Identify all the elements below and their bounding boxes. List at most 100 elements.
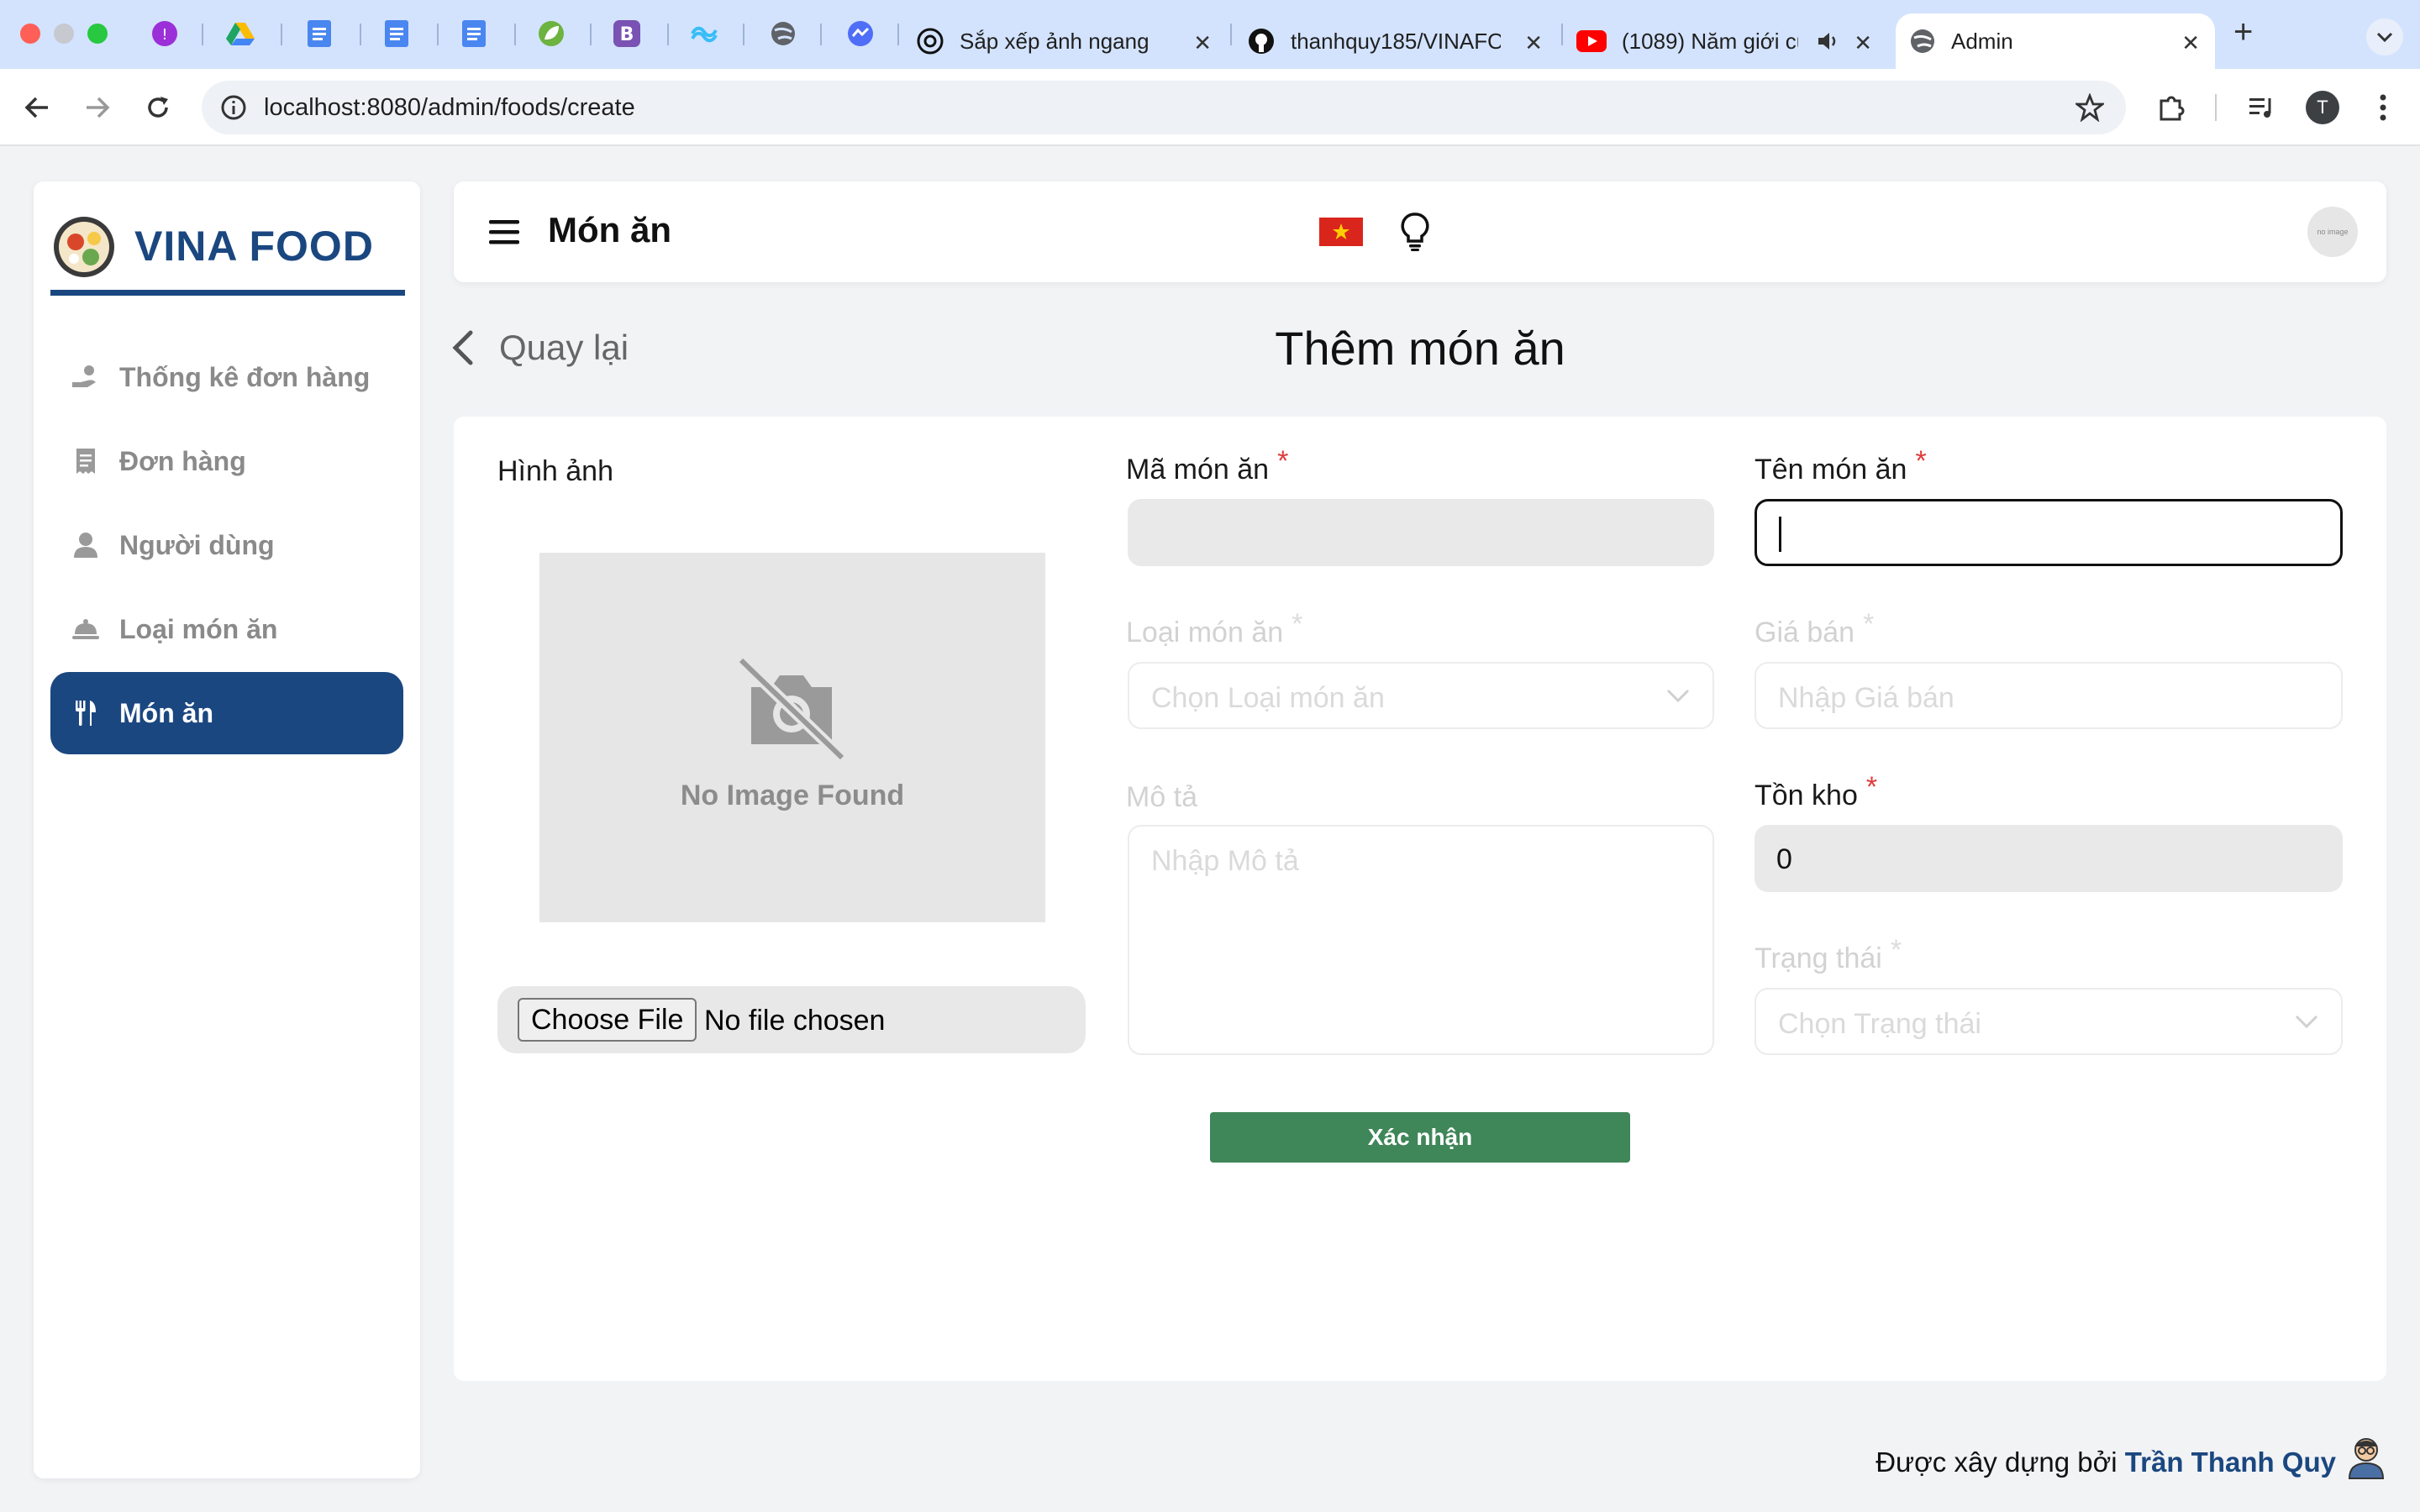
- puzzle-icon: [2160, 96, 2185, 121]
- reload-icon: [148, 97, 168, 118]
- sidebar-item-label: Thống kê đơn hàng: [119, 361, 371, 392]
- google-drive-icon: [226, 23, 255, 45]
- brand-name: VINA FOOD: [134, 223, 374, 270]
- pinned-tab[interactable]: [225, 18, 255, 49]
- top-header: Món ăn no image: [454, 181, 2386, 282]
- browser-tab[interactable]: Sắp xếp ảnh ngang ✕: [908, 13, 1227, 69]
- tab-separator: [897, 24, 899, 45]
- profile-button[interactable]: T: [2302, 87, 2343, 128]
- vietnam-flag-icon[interactable]: [1319, 218, 1363, 246]
- tab-close-icon[interactable]: ✕: [1524, 30, 1543, 56]
- pinned-tab[interactable]: B: [612, 18, 642, 49]
- extensions-button[interactable]: [2151, 87, 2191, 128]
- lightbulb-icon[interactable]: [1397, 212, 1434, 252]
- minimize-window-button[interactable]: [54, 24, 74, 44]
- tab-separator: [1561, 24, 1563, 45]
- profile-avatar: T: [2306, 91, 2339, 124]
- tab-separator: [667, 24, 669, 45]
- code-input[interactable]: [1128, 499, 1714, 566]
- browser-menu-button[interactable]: [2363, 87, 2403, 128]
- arrow-left-icon: [24, 97, 48, 118]
- kebab-menu-icon: [2380, 94, 2386, 121]
- price-label-text: Giá bán: [1754, 617, 1855, 648]
- media-control-button[interactable]: [2242, 87, 2282, 128]
- sidebar-item-foods[interactable]: Món ăn: [50, 672, 403, 754]
- choose-file-button[interactable]: Choose File: [518, 998, 697, 1042]
- browser-tab[interactable]: thanhquy185/VINAFOOD ✕: [1239, 13, 1558, 69]
- sidebar-item-food-categories[interactable]: Loại món ăn: [50, 588, 403, 670]
- name-input[interactable]: [1754, 499, 2343, 566]
- back-link[interactable]: Quay lại: [450, 328, 629, 368]
- tab-separator: [437, 24, 439, 45]
- tab-close-icon[interactable]: ✕: [1193, 30, 1212, 56]
- footer-author-link[interactable]: Trần Thanh Quy: [2125, 1446, 2336, 1478]
- zoom-window-button[interactable]: [87, 24, 108, 44]
- address-bar[interactable]: localhost:8080/admin/foods/create: [202, 81, 2126, 134]
- openai-icon: [917, 28, 944, 55]
- pinned-tab[interactable]: [768, 18, 798, 49]
- status-placeholder: Chọn Trạng thái: [1778, 1008, 1981, 1040]
- hamburger-menu-icon[interactable]: [486, 213, 523, 250]
- pinned-tab[interactable]: [689, 18, 719, 49]
- name-label-text: Tên món ăn: [1754, 454, 1907, 486]
- globe-icon: [771, 22, 795, 45]
- submit-button[interactable]: Xác nhận: [1210, 1112, 1630, 1163]
- name-label: Tên món ăn *: [1754, 445, 1927, 486]
- google-docs-icon: [462, 20, 486, 47]
- pinned-tab[interactable]: [459, 18, 489, 49]
- google-docs-icon: [385, 20, 408, 47]
- required-mark: *: [1915, 445, 1927, 477]
- tab-close-icon[interactable]: ✕: [2181, 30, 2200, 56]
- category-label: Loại món ăn *: [1126, 608, 1302, 649]
- sidebar-item-orders[interactable]: Đơn hàng: [50, 420, 403, 502]
- bootstrap-icon: B: [613, 20, 640, 47]
- tab-close-icon[interactable]: ✕: [1854, 30, 1872, 56]
- status-select[interactable]: Chọn Trạng thái: [1754, 988, 2343, 1055]
- user-avatar[interactable]: no image: [2307, 207, 2358, 257]
- arrow-right-icon: [87, 97, 110, 118]
- file-upload-field[interactable]: Choose File No file chosen: [497, 986, 1086, 1053]
- category-select[interactable]: Chọn Loại món ăn: [1128, 662, 1714, 729]
- description-textarea[interactable]: Nhập Mô tả: [1128, 825, 1714, 1055]
- back-nav-button[interactable]: [17, 87, 57, 128]
- new-tab-button[interactable]: +: [2233, 13, 2253, 51]
- speaker-icon: [1818, 33, 1836, 50]
- browser-tab-active[interactable]: Admin ✕: [1896, 13, 2215, 69]
- sidebar-item-label: Loại món ăn: [119, 613, 278, 644]
- stock-input[interactable]: 0: [1754, 825, 2343, 892]
- price-input[interactable]: Nhập Giá bán: [1754, 662, 2343, 729]
- description-label-text: Mô tả: [1126, 781, 1198, 813]
- sidebar-item-order-statistics[interactable]: Thống kê đơn hàng: [50, 336, 403, 418]
- tab-search-button[interactable]: [2366, 18, 2403, 55]
- browser-tab[interactable]: (1089) Năm giới của ✕: [1568, 13, 1887, 69]
- sidebar: VINA FOOD Thống kê đơn hàng Đơn hàng Ngư…: [34, 181, 420, 1478]
- brand[interactable]: VINA FOOD: [50, 198, 405, 296]
- stock-label-text: Tồn kho: [1754, 780, 1858, 811]
- tab-title: Sắp xếp ảnh ngang: [960, 28, 1150, 54]
- forward-nav-button[interactable]: [77, 87, 118, 128]
- toolbar-divider: [2215, 94, 2217, 121]
- page-title: Thêm món ăn: [1275, 322, 1565, 375]
- required-mark: *: [1277, 445, 1289, 477]
- status-label-text: Trạng thái: [1754, 942, 1882, 974]
- bookmark-star-icon[interactable]: [2075, 93, 2104, 122]
- extension-tab-icon: !: [152, 21, 177, 46]
- tab-separator: [743, 24, 744, 45]
- sidebar-item-users[interactable]: Người dùng: [50, 504, 403, 586]
- food-bowl-logo: [50, 213, 118, 281]
- close-window-button[interactable]: [20, 24, 40, 44]
- sidebar-item-label: Đơn hàng: [119, 445, 246, 476]
- pinned-tab[interactable]: [304, 18, 334, 49]
- messenger-icon: [848, 21, 873, 46]
- pinned-tab[interactable]: [845, 18, 876, 49]
- chevron-down-icon: [2295, 1015, 2318, 1029]
- pinned-tab[interactable]: [381, 18, 412, 49]
- playlist-icon: [2249, 98, 2271, 118]
- reload-button[interactable]: [138, 87, 178, 128]
- pinned-tab[interactable]: [536, 18, 566, 49]
- url-text[interactable]: localhost:8080/admin/foods/create: [264, 94, 635, 122]
- pinned-tab[interactable]: !: [150, 18, 180, 49]
- image-preview: No Image Found: [539, 553, 1045, 922]
- google-docs-icon: [308, 20, 331, 47]
- tab-separator: [590, 24, 592, 45]
